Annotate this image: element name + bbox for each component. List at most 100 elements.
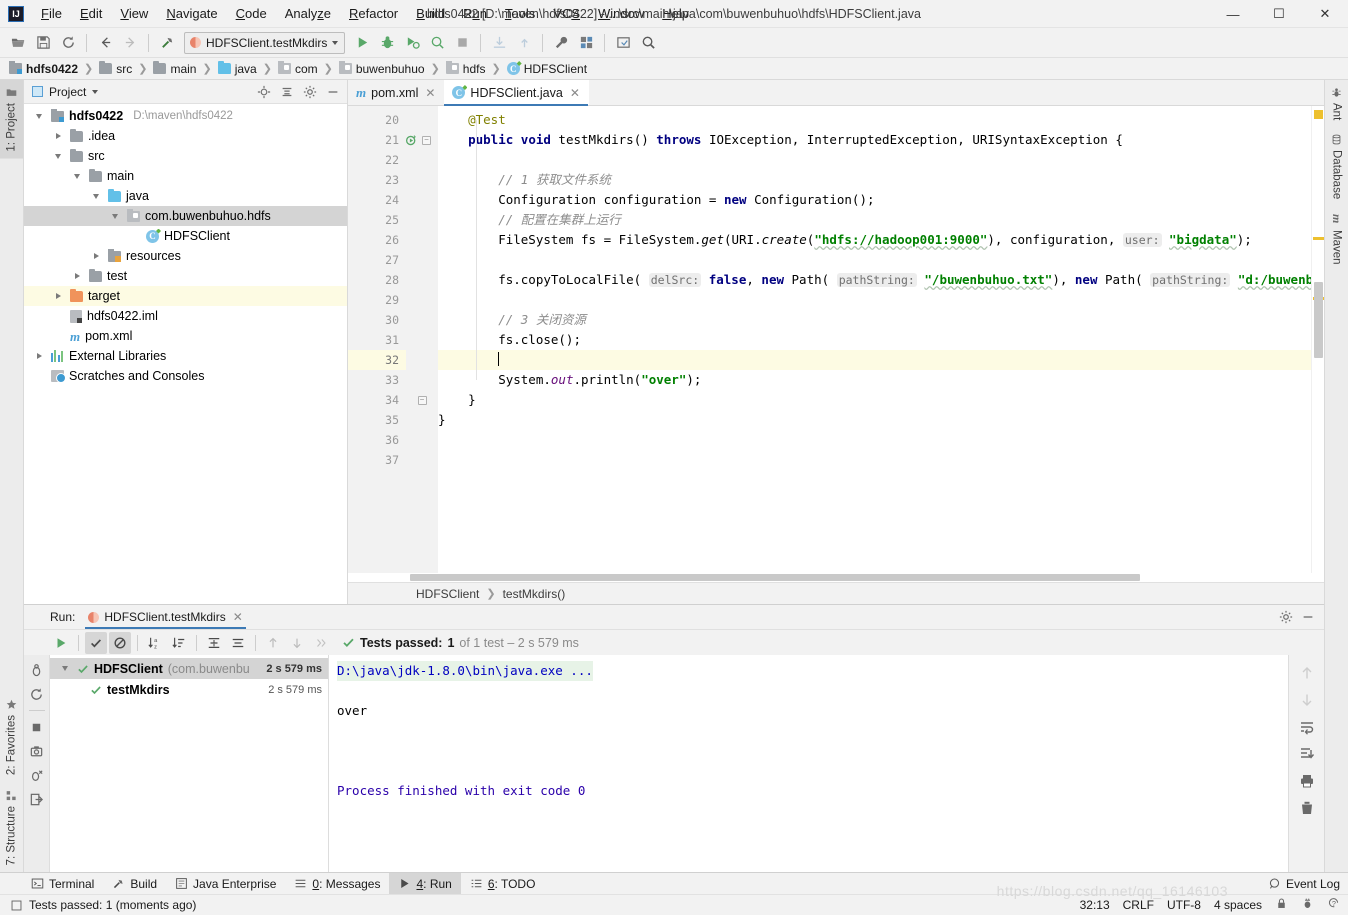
menu-code[interactable]: Code: [227, 2, 276, 25]
toolwindow-button-database[interactable]: Database: [1325, 127, 1348, 206]
more-options-icon[interactable]: [310, 632, 332, 654]
dump-threads-icon[interactable]: [26, 740, 48, 762]
fold-collapse-icon[interactable]: −: [422, 135, 431, 145]
close-button[interactable]: ✕: [1302, 0, 1348, 28]
menu-view[interactable]: View: [111, 2, 157, 25]
run-icon[interactable]: [350, 31, 374, 55]
test-tree-row-method[interactable]: testMkdirs 2 s 579 ms: [50, 679, 328, 700]
toolwindow-button-java-enterprise[interactable]: Java Enterprise: [166, 873, 285, 895]
feedback-icon[interactable]: ?: [1327, 897, 1340, 913]
test-tree-row-class[interactable]: HDFSClient (com.buwenbu 2 s 579 ms: [50, 658, 328, 679]
chevron-down-icon[interactable]: [108, 209, 122, 223]
breadcrumb-item-hdfsclient[interactable]: C HDFSClient: [504, 61, 590, 77]
tree-row-resources[interactable]: resources: [24, 246, 347, 266]
event-log-button[interactable]: Event Log: [1259, 873, 1340, 895]
menu-vcs[interactable]: VCS: [544, 2, 589, 25]
menu-help[interactable]: Help: [653, 2, 698, 25]
chevron-right-icon[interactable]: [32, 349, 46, 363]
toolwindow-button-build[interactable]: Build: [103, 873, 166, 895]
hide-ignored-icon[interactable]: [109, 631, 131, 654]
chevron-down-icon[interactable]: [70, 169, 84, 183]
locate-icon[interactable]: [254, 82, 274, 102]
tree-row-src[interactable]: src: [24, 146, 347, 166]
gutter-run-test-marker[interactable]: −: [405, 130, 438, 150]
chevron-right-icon[interactable]: [70, 269, 84, 283]
toolwindow-button-todo[interactable]: 6: TODO: [461, 873, 545, 895]
caret-position[interactable]: 32:13: [1080, 898, 1110, 912]
threads-icon[interactable]: [26, 764, 48, 786]
sort-by-duration-icon[interactable]: [168, 632, 190, 654]
tree-row-test[interactable]: test: [24, 266, 347, 286]
commit-icon[interactable]: [512, 31, 536, 55]
toolwindow-button-favorites[interactable]: 2: Favorites: [0, 692, 23, 782]
menu-refactor[interactable]: Refactor: [340, 2, 407, 25]
hide-panel-icon[interactable]: [1298, 607, 1318, 627]
tree-row-idea[interactable]: .idea: [24, 126, 347, 146]
tree-row-hdfs0422[interactable]: hdfs0422 D:\maven\hdfs0422: [24, 106, 347, 126]
scroll-up-icon[interactable]: [1295, 661, 1319, 685]
editor-breadcrumb-method[interactable]: testMkdirs(): [503, 587, 566, 601]
sync-icon[interactable]: [56, 31, 80, 55]
profile-icon[interactable]: [425, 31, 449, 55]
editor-breadcrumb-class[interactable]: HDFSClient: [416, 587, 479, 601]
breadcrumb-item-java[interactable]: java: [215, 61, 260, 77]
editor-vertical-scrollbar[interactable]: [1311, 106, 1324, 573]
indent-setting[interactable]: 4 spaces: [1214, 898, 1262, 912]
file-encoding[interactable]: UTF-8: [1167, 898, 1201, 912]
exit-icon[interactable]: [26, 788, 48, 810]
tree-row-pom[interactable]: m pom.xml: [24, 326, 347, 346]
next-failed-test-icon[interactable]: [286, 632, 308, 654]
chevron-down-icon[interactable]: [51, 149, 65, 163]
run-with-coverage-icon[interactable]: [400, 31, 424, 55]
settings-wrench-icon[interactable]: [549, 31, 573, 55]
minimize-button[interactable]: —: [1210, 0, 1256, 28]
update-project-icon[interactable]: [487, 31, 511, 55]
breadcrumb-item-main[interactable]: main: [150, 61, 199, 77]
debug-icon[interactable]: [26, 659, 48, 681]
lock-icon[interactable]: [1275, 897, 1288, 913]
search-icon[interactable]: [636, 31, 660, 55]
chevron-right-icon[interactable]: [51, 289, 65, 303]
collapse-all-icon[interactable]: [277, 82, 297, 102]
sort-alphabetically-icon[interactable]: az: [144, 632, 166, 654]
tree-row-iml[interactable]: hdfs0422.iml: [24, 306, 347, 326]
build-hammer-icon[interactable]: [155, 31, 179, 55]
chevron-down-icon[interactable]: [58, 662, 72, 676]
expand-all-icon[interactable]: [203, 632, 225, 654]
toolwindow-button-terminal[interactable]: Terminal: [22, 873, 103, 895]
restart-icon[interactable]: [26, 683, 48, 705]
tree-row-package[interactable]: com.buwenbuhuo.hdfs: [24, 206, 347, 226]
breadcrumb-item-hdfs0422[interactable]: hdfs0422: [6, 61, 81, 77]
menu-build[interactable]: Build: [407, 2, 454, 25]
close-icon[interactable]: ✕: [425, 86, 435, 100]
fold-collapse-icon[interactable]: −: [417, 395, 427, 405]
tree-row-java[interactable]: java: [24, 186, 347, 206]
code-text-area[interactable]: @Test public void testMkdirs() throws IO…: [438, 106, 1311, 573]
show-passed-icon[interactable]: [85, 631, 107, 654]
soft-wrap-icon[interactable]: [1295, 715, 1319, 739]
menu-analyze[interactable]: Analyze: [276, 2, 340, 25]
close-icon[interactable]: ✕: [233, 610, 243, 624]
breadcrumb-item-hdfs[interactable]: hdfs: [443, 61, 489, 77]
tree-row-target[interactable]: target: [24, 286, 347, 306]
toolwindow-button-run[interactable]: 4: Run: [389, 872, 461, 895]
tree-row-scratches[interactable]: Scratches and Consoles: [24, 366, 347, 386]
run-configuration-selector[interactable]: HDFSClient.testMkdirs: [184, 31, 346, 54]
toolwindow-button-messages[interactable]: 0: Messages: [285, 873, 389, 895]
editor-horizontal-scrollbar[interactable]: [348, 573, 1324, 582]
maximize-button[interactable]: ☐: [1256, 0, 1302, 28]
tab-pom-xml[interactable]: m pom.xml ✕: [348, 80, 444, 105]
inspector-icon[interactable]: [1301, 897, 1314, 913]
hide-panel-icon[interactable]: [323, 82, 343, 102]
toolwindow-button-project[interactable]: 1: Project: [0, 80, 23, 159]
back-icon[interactable]: [93, 31, 117, 55]
toolwindow-button-ant[interactable]: Ant: [1325, 80, 1348, 127]
menu-navigate[interactable]: Navigate: [157, 2, 226, 25]
breadcrumb-item-buwenbuhuo[interactable]: buwenbuhuo: [336, 61, 428, 77]
menu-file[interactable]: File: [32, 2, 71, 25]
scrollbar-thumb[interactable]: [410, 574, 1140, 581]
clear-all-icon[interactable]: [1295, 796, 1319, 820]
select-in-icon[interactable]: [611, 31, 635, 55]
forward-icon[interactable]: [118, 31, 142, 55]
project-structure-icon[interactable]: [574, 31, 598, 55]
